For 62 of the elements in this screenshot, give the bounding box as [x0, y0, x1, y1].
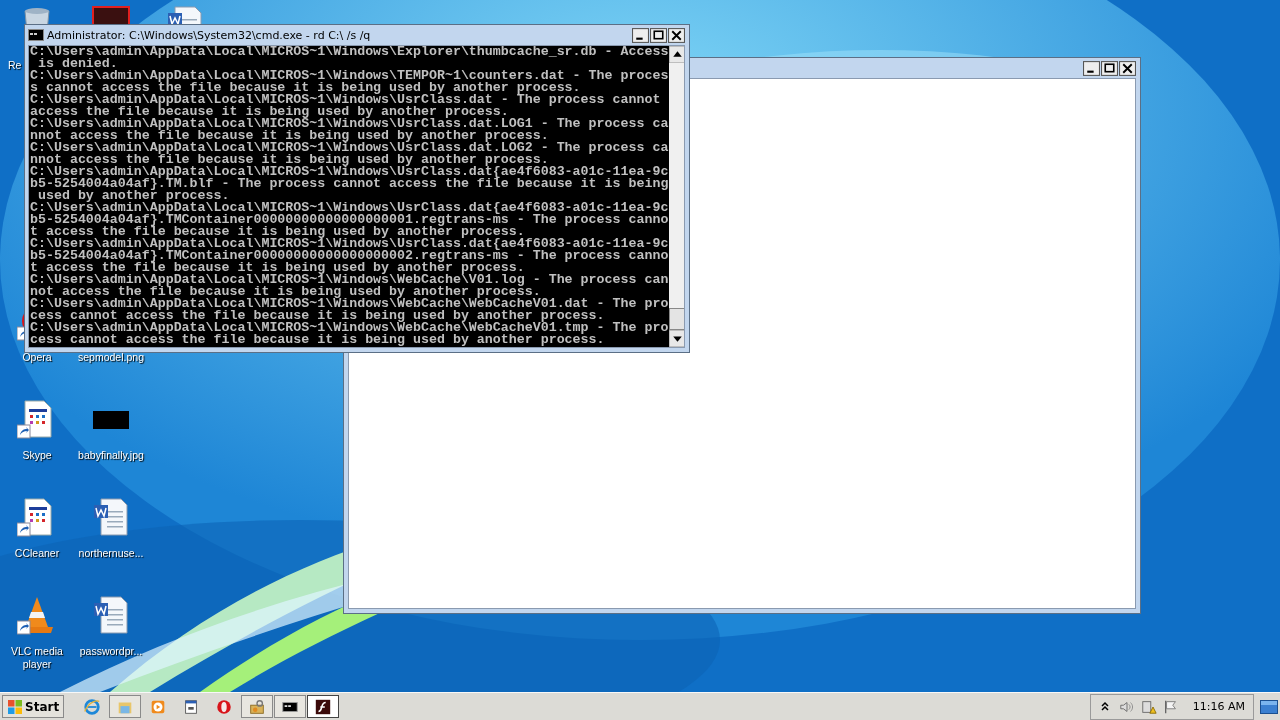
console-line: C:\Users\admin\AppData\Local\MICROS~1\Windows\Explorer\thumbcache_sr.db - Access — [30, 46, 669, 58]
scroll-thumb[interactable] — [669, 308, 684, 330]
console-line: C:\Users\admin\AppData\Local\MICROS~1\Windows\UsrClass.dat - The process cannot — [30, 94, 662, 106]
console-line: C:\Users\admin\AppData\Local\MICROS~1\Windows\UsrClass.dat.LOG1 - The process ca — [30, 118, 669, 130]
console-line: nnot access the file because it is being used by another process. — [30, 154, 549, 166]
maximize-icon[interactable] — [1101, 60, 1118, 76]
console-line: C:\Users\admin\AppData\Local\MICROS~1\Windows\WebCache\V01.log - The process can — [30, 274, 669, 286]
word-icon[interactable] — [91, 497, 131, 537]
console-line: nnot access the file because it is being used by another process. — [30, 130, 550, 142]
scroll-down-icon[interactable] — [669, 330, 684, 347]
flash-icon — [314, 697, 333, 716]
close-icon[interactable] — [1119, 60, 1136, 76]
minimize-icon[interactable] — [1083, 60, 1100, 76]
word-icon[interactable] — [91, 595, 131, 635]
console-line: t access the file because it is being used by another process. — [30, 226, 525, 238]
icon-label[interactable]: sepmodel.png — [75, 351, 147, 364]
flash-taskbar-button[interactable] — [307, 695, 340, 718]
console-line: b5-5254004a04af}.TMContainer00000000000000000001.regtrans-ms - The process canno — [30, 214, 669, 226]
minimize-icon[interactable] — [632, 27, 649, 43]
console-taskbar-button[interactable] — [274, 695, 307, 718]
start-logo-icon — [7, 698, 23, 715]
network-warning-icon[interactable] — [1140, 698, 1157, 715]
icon-label[interactable]: passwordpr... — [75, 645, 147, 658]
console-line: not access the file because it is being used by another process. — [30, 286, 541, 298]
console-icon — [28, 29, 44, 41]
clock[interactable]: 11:16 AM — [1192, 700, 1245, 713]
console-line: is denied. — [37, 58, 118, 70]
scroll-up-icon[interactable] — [669, 46, 684, 63]
scrollbar[interactable] — [669, 46, 684, 347]
opera-icon — [215, 697, 234, 716]
browser-icon — [83, 697, 102, 716]
console-line: C:\Users\admin\AppData\Local\MICROS~1\Windows\UsrClass.dat{ae4f6083-a01c-11ea-9c — [30, 202, 669, 214]
flag-icon[interactable] — [1162, 698, 1179, 715]
console-line: C:\Users\admin\AppData\Local\MICROS~1\Windows\WebCache\WebCacheV01.dat - The pro — [30, 298, 669, 310]
console-line: s cannot access the file because it is being used by another process. — [30, 82, 582, 94]
icon-label[interactable]: babyfinally.jpg — [75, 449, 147, 462]
folder-taskbar-button[interactable] — [109, 695, 142, 718]
console-line: C:\Users\admin\AppData\Local\MICROS~1\Windows\TEMPOR~1\counters.dat - The proces — [30, 70, 669, 82]
console-line: cess cannot access the file because it is being used by another process. — [30, 310, 606, 322]
word-icon[interactable] — [165, 5, 205, 24]
show-desktop-icon[interactable] — [1260, 698, 1278, 715]
close-icon[interactable] — [668, 27, 685, 43]
icon-label[interactable]: Opera — [1, 351, 73, 364]
icon-label[interactable]: Skype — [1, 449, 73, 462]
icon-label[interactable]: Re — [8, 59, 22, 72]
icon-label[interactable]: northernuse... — [75, 547, 147, 560]
window-title: Administrator: C:\Windows\System32\cmd.exe - rd C:\ /s /q — [47, 28, 372, 42]
icon-label[interactable]: VLC media player — [1, 645, 73, 671]
console-line: cess cannot access the file because it is being used by another process. — [30, 334, 606, 346]
console-line: access the file because it is being used by another process. — [30, 106, 509, 118]
installer-icon — [248, 697, 267, 716]
console-line: t access the file because it is being used by another process. — [30, 262, 526, 274]
console-line: C:\Users\admin\AppData\Local\MICROS~1\Windows\UsrClass.dat{ae4f6083-a01c-11ea-9c — [30, 238, 669, 250]
console-line: C:\Users\admin\AppData\Local\MICROS~1\Windows\UsrClass.dat{ae4f6083-a01c-11ea-9c — [30, 166, 669, 178]
console-line: C:\Users\admin\AppData\Local\MICROS~1\Windows\WebCache\WebCacheV01.tmp - The pro — [30, 322, 669, 334]
icon-label[interactable]: CCleaner — [1, 547, 73, 560]
start-button[interactable]: Start — [2, 695, 65, 718]
maximize-icon[interactable] — [650, 27, 667, 43]
console-line: C:\Users\admin\AppData\Local\MICROS~1\Windows\UsrClass.dat.LOG2 - The process ca — [30, 142, 669, 154]
console-line: b5-5254004a04af}.TMContainer00000000000000000002.regtrans-ms - The process canno — [30, 250, 669, 262]
console-line: used by another process. — [37, 190, 230, 202]
console-line: b5-5254004a04af}.TM.blf - The process cannot access the file because it is being — [30, 178, 669, 190]
